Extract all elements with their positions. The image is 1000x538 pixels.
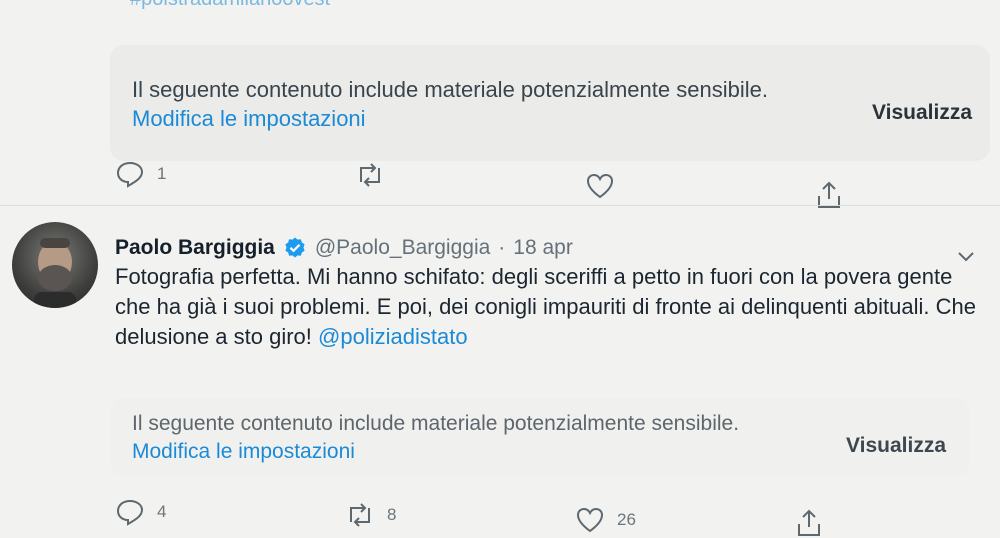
mention-link[interactable]: @poliziadistato xyxy=(318,324,468,349)
avatar[interactable] xyxy=(12,222,98,308)
reply-count: 1 xyxy=(157,164,167,183)
retweet-count: 8 xyxy=(387,505,397,524)
author-handle[interactable]: @Paolo_Bargiggia xyxy=(315,236,490,260)
retweet-icon xyxy=(360,163,380,187)
tweet-actions: 4 8 26 xyxy=(0,492,1000,536)
sensitive-content-text: Il seguente contenuto include materiale … xyxy=(132,75,832,133)
avatar-photo xyxy=(34,238,76,308)
reply-icon xyxy=(116,161,144,188)
reply-button[interactable]: 1 xyxy=(115,160,166,188)
separator: · xyxy=(498,236,506,259)
tweet-date[interactable]: 18 apr xyxy=(513,236,573,260)
like-icon xyxy=(586,173,614,199)
view-button[interactable]: Visualizza xyxy=(872,101,972,125)
tweet-actions: 1 xyxy=(0,160,1000,208)
reply-button[interactable]: 4 xyxy=(115,498,166,526)
view-button[interactable]: Visualizza xyxy=(846,434,946,458)
tweet-divider xyxy=(0,205,1000,206)
sensitive-content-notice: Il seguente contenuto include materiale … xyxy=(110,398,970,476)
like-count: 26 xyxy=(617,510,636,529)
sensitive-content-text: Il seguente contenuto include materiale … xyxy=(132,410,782,466)
warning-label: Il seguente contenuto include materiale … xyxy=(132,412,740,435)
share-button[interactable] xyxy=(795,508,823,538)
tweet-text: Fotografia perfetta. Mi hanno schifato: … xyxy=(115,264,976,349)
retweet-icon xyxy=(350,503,370,527)
author-name[interactable]: Paolo Bargiggia xyxy=(115,236,275,260)
tweet-header: Paolo Bargiggia @Paolo_Bargiggia · 18 ap… xyxy=(115,236,573,260)
tweet-body: Fotografia perfetta. Mi hanno schifato: … xyxy=(115,262,985,352)
settings-link[interactable]: Modifica le impostazioni xyxy=(132,440,355,463)
like-button[interactable] xyxy=(585,172,615,200)
share-icon xyxy=(798,509,820,536)
retweet-button[interactable]: 8 xyxy=(345,502,396,528)
like-button[interactable]: 26 xyxy=(575,506,636,534)
retweet-button[interactable] xyxy=(355,162,385,188)
reply-count: 4 xyxy=(157,502,167,521)
hashtag-link[interactable]: #polstradamilanoovest xyxy=(130,0,330,11)
reply-icon xyxy=(116,499,144,526)
warning-label: Il seguente contenuto include materiale … xyxy=(132,77,768,102)
settings-link[interactable]: Modifica le impostazioni xyxy=(132,106,366,131)
verified-icon xyxy=(285,237,305,258)
like-icon xyxy=(576,507,604,533)
sensitive-content-notice: Il seguente contenuto include materiale … xyxy=(110,45,990,161)
